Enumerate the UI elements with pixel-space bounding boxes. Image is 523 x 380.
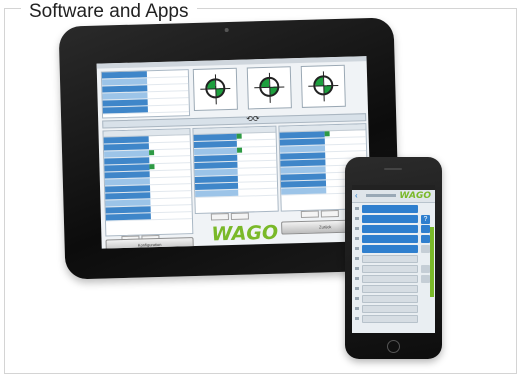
list-item-toggle[interactable] (421, 275, 430, 283)
small-button-6[interactable] (320, 209, 339, 218)
phone-nav-bar: ‹ WAGO (352, 190, 435, 203)
list-item-toggle[interactable] (421, 235, 430, 243)
list-item[interactable] (362, 235, 418, 243)
small-button-4[interactable] (230, 212, 249, 220)
list-item-toggle[interactable] (421, 265, 430, 273)
konfiguration-button[interactable]: Konfiguration (105, 237, 194, 249)
rotate-control-icon[interactable]: ⟲⟳ (246, 114, 260, 123)
axis-gauge-3[interactable] (300, 64, 346, 108)
wago-logo: WAGO (211, 221, 279, 246)
parameter-table-top (100, 69, 191, 119)
tablet-screen: ⟲⟳ Konfiguration WAGO Zurück (96, 56, 372, 249)
list-item[interactable] (362, 225, 418, 233)
axis-gauge-2[interactable] (246, 66, 292, 110)
chevron-left-icon[interactable]: ‹ (355, 191, 358, 201)
list-item[interactable] (362, 295, 418, 303)
phone-level-bar (430, 227, 434, 297)
list-item[interactable] (362, 205, 418, 213)
phone-home-button[interactable] (387, 340, 400, 353)
list-item[interactable] (362, 255, 418, 263)
list-item[interactable] (362, 285, 418, 293)
phone-wago-logo: WAGO (399, 191, 431, 201)
phone-screen: ‹ WAGO ? (352, 185, 435, 333)
list-item[interactable] (362, 215, 418, 223)
list-item[interactable] (362, 315, 418, 323)
phone-device: ‹ WAGO ? (345, 157, 442, 359)
parameter-table-middle (192, 125, 279, 214)
list-item[interactable] (362, 265, 418, 273)
question-icon[interactable]: ? (421, 215, 430, 224)
section-heading: Software and Apps (21, 2, 197, 21)
phone-speaker (384, 168, 402, 170)
tablet-camera (224, 27, 229, 33)
parameter-table-left (102, 128, 194, 237)
list-item-toggle[interactable] (421, 245, 430, 253)
axis-gauge-1[interactable] (192, 67, 238, 111)
list-item-toggle[interactable] (421, 225, 430, 233)
phone-nav-title (366, 194, 396, 197)
small-button-3[interactable] (210, 213, 229, 221)
small-button-5[interactable] (300, 210, 319, 219)
list-item[interactable] (362, 245, 418, 253)
list-item[interactable] (362, 305, 418, 313)
list-item[interactable] (362, 275, 418, 283)
